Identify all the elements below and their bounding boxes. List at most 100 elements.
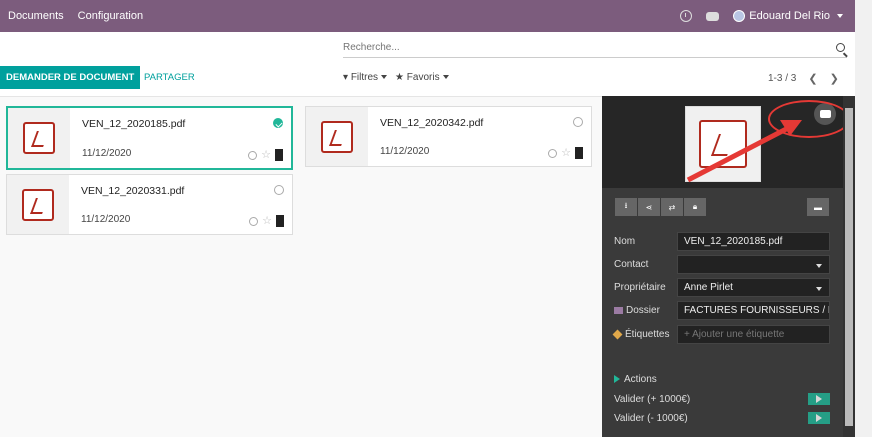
avatar (733, 10, 746, 22)
owner-avatar (275, 149, 283, 161)
document-thumbnail (7, 175, 69, 234)
field-folder: Dossier FACTURES FOURNISSEURS / FA (614, 301, 830, 320)
document-name: VEN_12_2020185.pdf (82, 118, 186, 130)
card-icons: ☆ (248, 149, 283, 161)
owner-avatar (575, 147, 583, 159)
filters-label: Filtres (350, 72, 379, 83)
action-label: Valider (+ 1000€) (614, 393, 691, 405)
document-inspector: ⭳ ⋖ ⇄ 🔒︎ ▬ Nom VEN_12_2020185.pdf Contac… (602, 96, 855, 437)
request-document-button[interactable]: DEMANDER DE DOCUMENT (0, 66, 141, 89)
document-date: 11/12/2020 (380, 146, 430, 157)
tag-icon (612, 329, 623, 340)
archive-icon[interactable]: ▬ (807, 198, 829, 216)
field-label: Contact (614, 259, 649, 270)
top-navbar: Documents Configuration Edouard Del Rio (0, 0, 855, 32)
document-thumbnail (8, 108, 70, 168)
select-checkbox[interactable] (273, 118, 283, 128)
run-action-button[interactable] (808, 393, 830, 405)
favorites-dropdown[interactable]: ★ Favoris (395, 72, 449, 83)
activity-clock-icon[interactable] (548, 148, 558, 158)
contact-select[interactable] (677, 255, 830, 274)
star-icon[interactable]: ☆ (262, 216, 272, 227)
actions-header[interactable]: Actions (614, 374, 657, 385)
folder-label-text: Dossier (626, 305, 660, 316)
document-date: 11/12/2020 (81, 214, 131, 225)
folder-select[interactable]: FACTURES FOURNISSEURS / FA (677, 301, 830, 320)
document-card[interactable]: VEN_12_2020185.pdf 11/12/2020 ☆ (6, 106, 293, 170)
field-label: Nom (614, 236, 636, 247)
pager: 1-3 / 3 ❮ ❯ (768, 72, 839, 85)
share-icon[interactable]: ⋖ (638, 198, 660, 216)
folder-icon (614, 306, 623, 314)
field-label-folder: Dossier (614, 305, 677, 316)
pager-value[interactable]: 1-3 / 3 (768, 73, 796, 84)
clock-icon[interactable] (680, 10, 693, 22)
star-icon[interactable]: ☆ (561, 148, 571, 159)
tags-input[interactable]: + Ajouter une étiquette (677, 325, 830, 344)
replace-icon[interactable]: ⇄ (661, 198, 683, 216)
lock-icon[interactable]: 🔒︎ (684, 198, 706, 216)
caret-down-icon (816, 287, 822, 291)
document-name: VEN_12_2020331.pdf (81, 185, 185, 197)
card-icons: ☆ (249, 215, 284, 227)
download-icon[interactable]: ⭳ (615, 198, 637, 216)
pdf-icon (699, 120, 747, 168)
chat-icon[interactable] (706, 11, 720, 21)
scrollbar-thumb[interactable] (845, 108, 853, 426)
owner-value: Anne Pirlet (684, 282, 733, 293)
pdf-icon (321, 120, 353, 153)
field-tags: Étiquettes + Ajouter une étiquette (612, 325, 830, 344)
actions-title: Actions (624, 374, 657, 385)
search-bar (343, 40, 847, 58)
field-label-tags: Étiquettes (612, 329, 677, 340)
tags-label-text: Étiquettes (625, 329, 670, 340)
star-icon[interactable]: ☆ (261, 150, 271, 161)
documents-kanban: VEN_12_2020185.pdf 11/12/2020 ☆ VEN_12_2… (0, 96, 602, 437)
document-name: VEN_12_2020342.pdf (380, 117, 484, 129)
field-label: Propriétaire (614, 282, 666, 293)
action-label: Valider (- 1000€) (614, 412, 688, 424)
activity-clock-icon[interactable] (248, 150, 258, 160)
favorites-label: Favoris (406, 72, 440, 83)
annotation-circle (768, 100, 850, 138)
filter-bar: ▾ Filtres ★ Favoris (343, 72, 449, 83)
inspector-scrollbar[interactable] (843, 96, 855, 437)
owner-avatar (276, 215, 284, 227)
caret-down-icon (816, 264, 822, 268)
inspector-toolbar: ⭳ ⋖ ⇄ 🔒︎ ▬ (615, 198, 829, 216)
share-button[interactable]: PARTAGER (144, 72, 195, 83)
field-owner: Propriétaire Anne Pirlet (614, 278, 830, 297)
filters-dropdown[interactable]: ▾ Filtres (343, 72, 388, 83)
select-checkbox[interactable] (573, 117, 583, 127)
chevron-left-icon[interactable]: ❮ (808, 72, 817, 85)
field-name: Nom VEN_12_2020185.pdf (614, 232, 830, 251)
name-input[interactable]: VEN_12_2020185.pdf (677, 232, 830, 251)
document-thumbnail (306, 107, 368, 166)
run-action-button[interactable] (808, 412, 830, 424)
activity-clock-icon[interactable] (249, 216, 259, 226)
field-contact: Contact (614, 255, 830, 274)
card-icons: ☆ (548, 147, 583, 159)
action-row: Valider (- 1000€) (614, 412, 830, 424)
search-icon[interactable] (836, 43, 845, 52)
pdf-icon (22, 188, 54, 221)
page-scrollbar[interactable] (855, 0, 872, 437)
user-name: Edouard Del Rio (749, 10, 830, 22)
menu-documents[interactable]: Documents (8, 10, 64, 22)
navbar-right: Edouard Del Rio (680, 10, 843, 22)
search-input[interactable] (343, 40, 823, 53)
expand-triangle-icon (614, 375, 620, 384)
user-menu[interactable]: Edouard Del Rio (733, 10, 843, 22)
document-card[interactable]: VEN_12_2020342.pdf 11/12/2020 ☆ (305, 106, 592, 167)
action-row: Valider (+ 1000€) (614, 393, 830, 405)
inspector-body: ⭳ ⋖ ⇄ 🔒︎ ▬ Nom VEN_12_2020185.pdf Contac… (602, 188, 843, 437)
document-preview[interactable] (685, 106, 761, 182)
select-checkbox[interactable] (274, 185, 284, 195)
chevron-right-icon[interactable]: ❯ (830, 72, 839, 85)
document-card[interactable]: VEN_12_2020331.pdf 11/12/2020 ☆ (6, 174, 293, 235)
document-date: 11/12/2020 (82, 148, 132, 159)
menu-configuration[interactable]: Configuration (78, 10, 143, 22)
owner-select[interactable]: Anne Pirlet (677, 278, 830, 297)
caret-down-icon (381, 75, 388, 80)
caret-down-icon (837, 14, 843, 18)
